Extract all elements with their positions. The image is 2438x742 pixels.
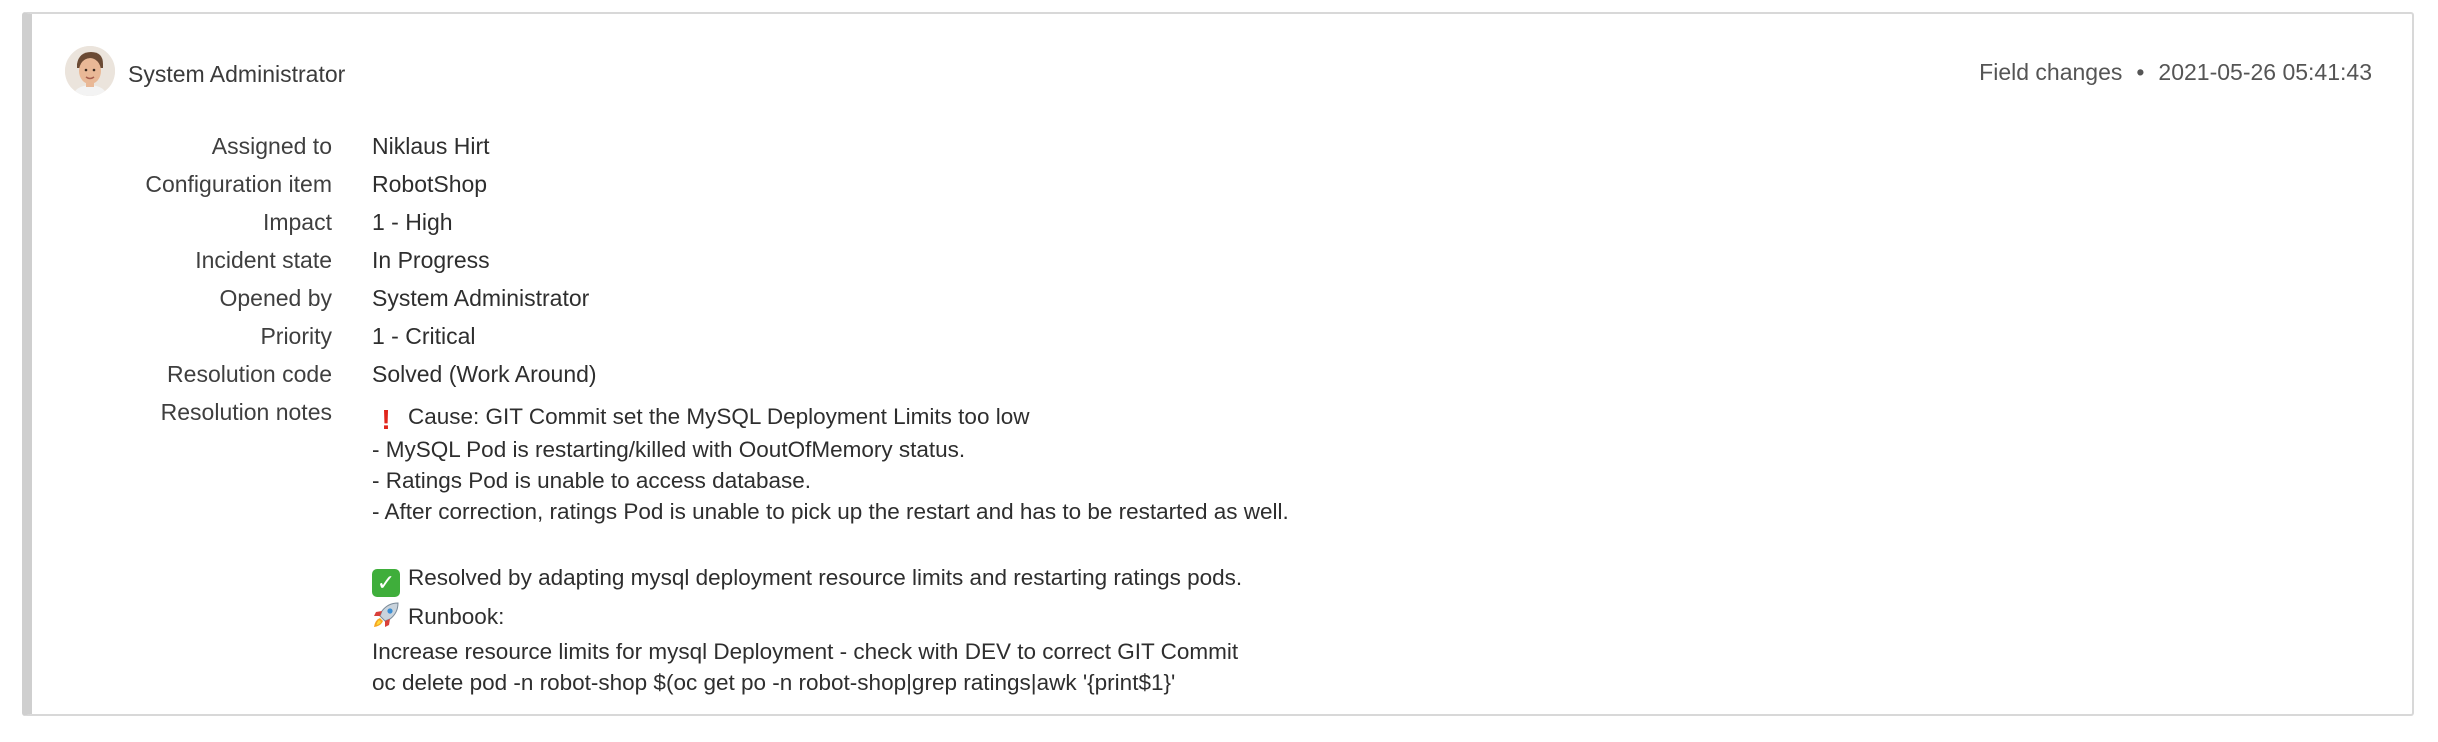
field-row-assigned-to: Assigned to Niklaus Hirt (32, 128, 2412, 166)
cause-line: ! Cause: GIT Commit set the MySQL Deploym… (372, 400, 1289, 434)
field-row-impact: Impact 1 - High (32, 204, 2412, 242)
resolved-line: ✓ Resolved by adapting mysql deployment r… (372, 558, 1289, 598)
exclamation-icon: ! (381, 404, 391, 435)
field-label: Impact (262, 209, 332, 235)
runbook-title-line: Runbook: (372, 598, 1289, 636)
field-value: Niklaus Hirt (372, 133, 490, 159)
field-value: 1 - Critical (372, 323, 476, 349)
field-row-opened-by: Opened by System Administrator (32, 280, 2412, 318)
field-value: Solved (Work Around) (372, 361, 597, 387)
runbook-step-line: Increase resource limits for mysql Deplo… (372, 639, 1239, 664)
field-value: RobotShop (372, 171, 488, 197)
meta-separator: • (2136, 59, 2145, 85)
runbook-step-line: oc delete pod -n robot-shop $(oc get po … (372, 670, 1176, 695)
user-avatar[interactable] (65, 46, 115, 96)
field-row-resolution-notes: Resolution notes ! Cause: GIT Commit set … (32, 394, 2412, 695)
runbook-title: Runbook: (408, 604, 505, 629)
activity-meta: Field changes • 2021-05-26 05:41:43 (1979, 58, 2372, 86)
rocket-icon (372, 601, 400, 629)
field-label: Assigned to (211, 133, 332, 159)
activity-timestamp: 2021-05-26 05:41:43 (2158, 59, 2372, 85)
activity-author[interactable]: System Administrator (128, 60, 345, 88)
field-label: Opened by (219, 285, 332, 311)
field-label: Configuration item (145, 171, 332, 197)
cause-detail-line: - MySQL Pod is restarting/killed with Oo… (372, 437, 966, 462)
activity-type: Field changes (1979, 59, 2123, 85)
field-row-configuration-item: Configuration item RobotShop (32, 166, 2412, 204)
resolved-text: Resolved by adapting mysql deployment re… (408, 565, 1243, 590)
field-value: 1 - High (372, 209, 453, 235)
field-value: In Progress (372, 247, 490, 273)
field-label: Resolution notes (160, 399, 332, 425)
field-changes-list: Assigned to Niklaus Hirt Configuration i… (32, 128, 2412, 695)
field-label: Resolution code (167, 361, 332, 387)
field-value: System Administrator (372, 285, 590, 311)
field-row-resolution-code: Resolution code Solved (Work Around) (32, 356, 2412, 394)
activity-entry-card: System Administrator Field changes • 2021-… (22, 12, 2414, 716)
field-row-priority: Priority 1 - Critical (32, 318, 2412, 356)
cause-detail-line: - After correction, ratings Pod is unabl… (372, 499, 1289, 524)
cause-detail-line: - Ratings Pod is unable to access databa… (372, 468, 812, 493)
field-label: Incident state (195, 247, 332, 273)
check-mark-icon: ✓ (372, 569, 400, 597)
field-row-incident-state: Incident state In Progress (32, 242, 2412, 280)
resolution-notes-value: ! Cause: GIT Commit set the MySQL Deploym… (372, 400, 1289, 698)
cause-text: Cause: GIT Commit set the MySQL Deployme… (408, 404, 1030, 429)
field-label: Priority (260, 323, 332, 349)
activity-header: System Administrator Field changes • 2021-… (32, 14, 2412, 122)
